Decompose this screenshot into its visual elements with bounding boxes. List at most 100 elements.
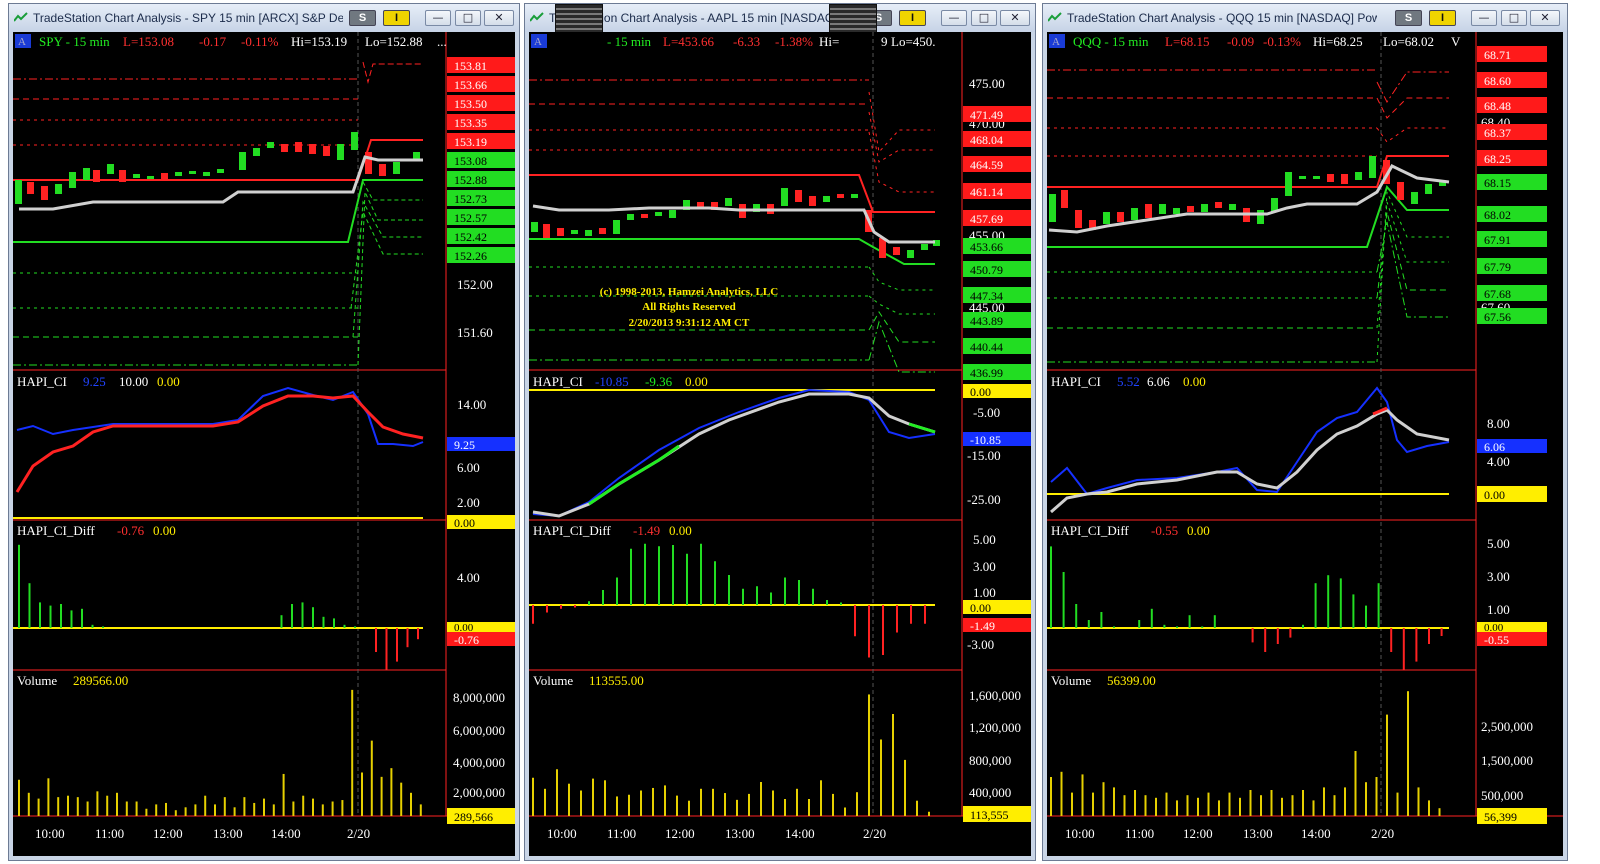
svg-text:A: A [1052,36,1060,48]
minimize-button[interactable]: — [941,10,967,26]
ci-tick: 6.00 [457,460,480,475]
price-level-boxes: 68.71 68.60 68.48 68.37 68.25 68.15 68.0… [1477,46,1547,324]
ci-tick: -25.00 [967,492,1001,507]
time-tick: 13:00 [725,826,755,841]
price-box: 461.14 [970,185,1003,199]
time-tick: 10:00 [35,826,65,841]
diff-tick: 1.00 [973,585,996,600]
indicator-dropdown-button[interactable]: I [383,10,410,26]
volume-tick: 4,000,000 [453,755,505,770]
ci-value-2: -9.36 [645,374,673,389]
price-box: 152.26 [454,249,487,263]
ci-box: 9.25 [454,438,475,452]
price-tick: 152.00 [457,277,493,292]
change-pct-label: -1.38% [775,34,813,49]
diff-bars [1050,546,1443,670]
price-box: 153.19 [454,135,487,149]
price-box: 152.57 [454,211,487,225]
ci-value-3: 0.00 [1183,374,1206,389]
indicator-dropdown-button[interactable]: I [899,10,926,26]
price-box: 152.88 [454,173,487,187]
ci-tick: -15.00 [967,448,1001,463]
chart-window-qqq[interactable]: TradeStation Chart Analysis - QQQ 15 min… [1042,3,1568,861]
time-tick: 12:00 [153,826,183,841]
last-price-label: L=68.15 [1165,34,1210,49]
volume-label: Volume [1051,673,1091,688]
maximize-button[interactable]: □ [971,10,997,26]
volume-tick: 2,500,000 [1481,719,1533,734]
time-tick: 2/20 [863,826,886,841]
styles-dropdown-button[interactable]: S [1395,10,1422,26]
ci-value-2: 6.06 [1147,374,1170,389]
minimize-button[interactable]: — [425,10,451,26]
maximize-button[interactable]: □ [455,10,481,26]
diff-tick: 3.00 [973,559,996,574]
hapi-ci-panel: HAPI_CI 5.52 6.06 0.00 8.00 6.06 4.00 0.… [1047,374,1547,514]
price-box: 68.02 [1484,208,1511,222]
diff-box: -0.55 [1484,633,1509,647]
time-tick: 14:00 [271,826,301,841]
title-bar[interactable]: TradeStation Chart Analysis - QQQ 15 min… [1043,4,1567,32]
price-box: 68.48 [1484,99,1511,113]
diff-bars [532,543,926,658]
price-box: 67.91 [1484,233,1511,247]
volume-label: Volume [17,673,57,688]
price-box: 443.89 [970,314,1003,328]
chart-canvas[interactable]: (c) 1998-2013, Hamzei Analytics, LLC All… [529,32,1031,856]
hapi-ci-diff-panel: HAPI_CI_Diff -0.55 0.00 5.00 3.00 1.00 0… [1047,523,1547,670]
chart-canvas[interactable]: A QQQ - 15 min L=68.15 -0.09 -0.13% Hi=6… [1047,32,1563,856]
price-box: 440.44 [970,340,1003,354]
chart-area[interactable]: (c) 1998-2013, Hamzei Analytics, LLC All… [529,32,1031,856]
chart-canvas[interactable]: A SPY - 15 min L=153.08 -0.17 -0.11% Hi=… [13,32,515,856]
diff-value-2: 0.00 [669,523,692,538]
volume-tick: 1,500,000 [1481,753,1533,768]
chart-window-aapl[interactable]: TradeStation Chart Analysis - AAPL 15 mi… [524,3,1036,861]
price-box: 153.50 [454,97,487,111]
time-tick: 13:00 [1243,826,1273,841]
ci-tick: 8.00 [1487,416,1510,431]
title-bar[interactable]: TradeStation Chart Analysis - SPY 15 min… [9,4,519,32]
window-title: TradeStation Chart Analysis - SPY 15 min… [33,11,343,25]
minimize-button[interactable]: — [1471,10,1497,26]
chart-area[interactable]: A SPY - 15 min L=153.08 -0.17 -0.11% Hi=… [13,32,515,856]
last-price-label: L=453.66 [663,34,715,49]
price-box: 68.25 [1484,152,1511,166]
price-tick: 151.60 [457,325,493,340]
volume-bars [18,689,422,816]
volume-tick: 1,600,000 [969,688,1021,703]
diff-value-1: -0.55 [1151,523,1178,538]
indicator-dropdown-button[interactable]: I [1429,10,1456,26]
close-button[interactable]: ✕ [1530,10,1560,26]
time-axis: 10:00 11:00 12:00 13:00 14:00 2/20 [547,826,886,841]
price-box: 68.15 [1484,176,1511,190]
ci-value-1: 9.25 [83,374,106,389]
hapi-ci-diff-panel: HAPI_CI_Diff -0.76 0.00 4.00 0.00 -0.76 [13,523,515,670]
ci-box: 0.00 [970,385,991,399]
price-box: 447.34 [970,289,1003,303]
volume-label: Volume [533,673,573,688]
styles-dropdown-button[interactable]: S [349,10,376,26]
diff-value-1: -0.76 [117,523,145,538]
price-box: 453.66 [970,240,1003,254]
price-tick: 475.00 [969,76,1005,91]
close-button[interactable]: ✕ [1000,10,1030,26]
volume-tick: 500,000 [1481,788,1523,803]
volume-tick: 8,000,000 [453,690,505,705]
diff-tick: -3.00 [967,637,994,652]
time-tick: 2/20 [347,826,370,841]
copyright-line: All Rights Reserved [642,301,736,313]
chart-area[interactable]: A QQQ - 15 min L=68.15 -0.09 -0.13% Hi=6… [1047,32,1563,856]
band-lines [13,61,423,366]
high-label: Hi=153.19 [291,34,347,49]
volume-panel: Volume 113555.00 1,600,000 1,200,000 800… [532,673,1031,822]
last-price-label: L=153.08 [123,34,174,49]
volume-value: 289566.00 [73,673,128,688]
copyright-line: (c) 1998-2013, Hamzei Analytics, LLC [600,286,778,298]
change-pct-label: -0.11% [241,34,279,49]
chart-window-spy[interactable]: TradeStation Chart Analysis - SPY 15 min… [8,3,520,861]
price-box: 67.68 [1484,287,1511,301]
diff-label: HAPI_CI_Diff [17,523,95,538]
close-button[interactable]: ✕ [484,10,514,26]
maximize-button[interactable]: □ [1501,10,1527,26]
ci-box: 0.00 [454,516,475,530]
